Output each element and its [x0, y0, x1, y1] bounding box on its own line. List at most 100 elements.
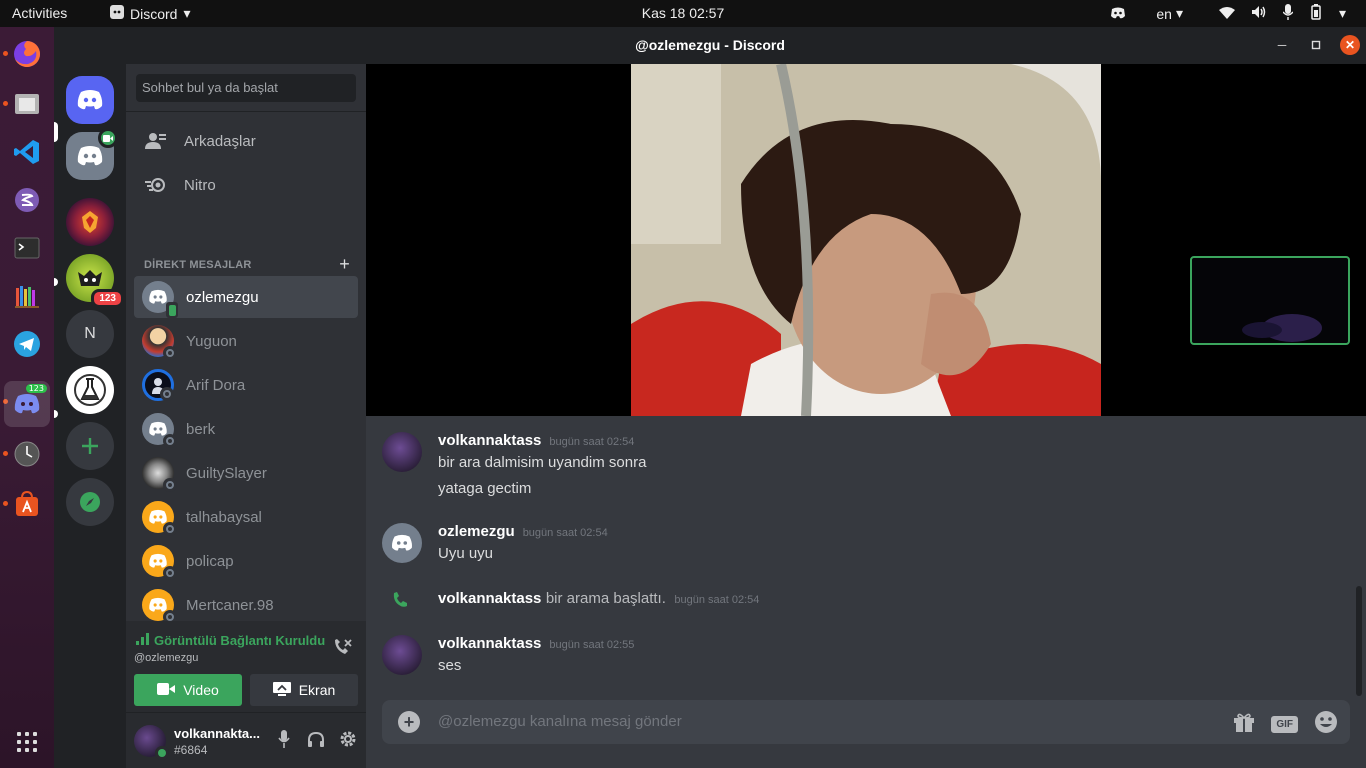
dm-name: GuiltySlayer: [186, 464, 267, 482]
server-icon-lab[interactable]: [66, 366, 114, 414]
connection-status[interactable]: Görüntülü Bağlantı Kuruldu: [136, 633, 325, 648]
add-attachment-icon[interactable]: +: [398, 711, 420, 733]
firefox-icon[interactable]: [8, 35, 46, 73]
nav-friends[interactable]: Arkadaşlar: [134, 120, 358, 162]
dm-item[interactable]: Mertcaner.98: [134, 584, 358, 626]
microphone-icon[interactable]: [272, 727, 296, 751]
show-apps-icon[interactable]: [17, 732, 37, 752]
message-author[interactable]: volkannaktass: [438, 590, 541, 607]
dm-item[interactable]: Arif Dora: [134, 364, 358, 406]
discord-dock-icon[interactable]: 123: [4, 381, 50, 427]
nav-nitro-label: Nitro: [184, 176, 216, 194]
dm-item[interactable]: GuiltySlayer: [134, 452, 358, 494]
chevron-down-icon: ▾: [183, 5, 191, 21]
settings-gear-icon[interactable]: [336, 727, 360, 751]
files-icon[interactable]: [8, 85, 46, 123]
server-icon-creature[interactable]: 123: [66, 254, 124, 308]
language-selector[interactable]: en ▾: [1156, 5, 1183, 22]
friends-icon: [140, 125, 172, 157]
microphone-icon[interactable]: [1282, 4, 1294, 23]
app-menu-label: Discord: [130, 5, 178, 22]
search-container: Sohbet bul ya da başlat: [126, 64, 366, 112]
avatar[interactable]: [382, 432, 422, 472]
clock[interactable]: Kas 18 02:57: [642, 5, 725, 21]
server-icon-gaming[interactable]: [66, 198, 114, 246]
clock-app-icon[interactable]: [8, 435, 46, 473]
minimize-icon[interactable]: ─: [1272, 35, 1292, 55]
system-top-bar: Activities Discord ▾ Kas 18 02:57 en ▾ ▾: [0, 0, 1366, 27]
headphones-icon[interactable]: [304, 727, 328, 751]
avatar: [142, 369, 174, 401]
user-panel: volkannakta... #6864: [126, 713, 366, 768]
message-text: Uyu uyu: [438, 545, 494, 562]
app-menu[interactable]: Discord ▾: [110, 5, 191, 22]
offline-status-icon: [163, 522, 177, 536]
dm-name: Mertcaner.98: [186, 596, 274, 614]
window-title: @ozlemezgu - Discord: [635, 37, 785, 53]
screen-share-button[interactable]: Ekran: [250, 674, 358, 706]
disconnect-call-icon[interactable]: [332, 637, 352, 662]
bookshelf-icon[interactable]: [8, 277, 46, 315]
message-author[interactable]: volkannaktass: [438, 635, 541, 652]
selection-pill: [54, 122, 58, 142]
message-timestamp: bugün saat 02:55: [549, 639, 635, 651]
dm-item[interactable]: talhabaysal: [134, 496, 358, 538]
telegram-icon[interactable]: [8, 325, 46, 363]
explore-servers-button[interactable]: [66, 478, 114, 526]
avatar: [142, 325, 177, 360]
emoji-icon[interactable]: [1314, 710, 1338, 739]
wifi-icon[interactable]: [1218, 6, 1235, 22]
offline-status-icon: [163, 346, 177, 360]
add-server-button[interactable]: [66, 422, 114, 470]
nitro-icon: [140, 169, 172, 201]
server-initial: N: [84, 325, 96, 342]
language-label: en: [1156, 5, 1172, 22]
terminal-icon[interactable]: [8, 229, 46, 267]
emacs-icon[interactable]: [8, 181, 46, 219]
dm-item[interactable]: policap: [134, 540, 358, 582]
software-center-icon[interactable]: [8, 485, 46, 523]
close-icon[interactable]: ✕: [1340, 35, 1360, 55]
avatar: [142, 589, 177, 624]
offline-status-icon: [163, 478, 177, 492]
server-icon-n[interactable]: N: [66, 310, 114, 358]
message-timestamp: bugün saat 02:54: [522, 527, 608, 539]
maximize-icon[interactable]: [1306, 35, 1326, 55]
self-video-preview[interactable]: [1190, 256, 1350, 345]
message-author[interactable]: volkannaktass: [438, 432, 541, 449]
video-button[interactable]: Video: [134, 674, 242, 706]
mobile-status-icon: [166, 302, 178, 318]
home-button[interactable]: [66, 76, 114, 124]
dm-item[interactable]: Yuguon: [134, 320, 358, 362]
nav-friends-label: Arkadaşlar: [184, 132, 256, 150]
create-dm-icon[interactable]: +: [339, 254, 350, 275]
message-scrollbar[interactable]: [1356, 586, 1362, 696]
message-input[interactable]: @ozlemezgu kanalına mesaj gönder: [438, 713, 682, 730]
discord-tray-icon[interactable]: [1110, 6, 1126, 22]
avatar[interactable]: [382, 523, 422, 563]
search-input[interactable]: Sohbet bul ya da başlat: [136, 74, 356, 102]
avatar[interactable]: [382, 635, 422, 675]
avatar[interactable]: [134, 725, 169, 760]
message-author[interactable]: ozlemezgu: [438, 523, 515, 540]
gif-button[interactable]: GIF: [1271, 716, 1298, 733]
power-menu-icon[interactable]: ▾: [1339, 5, 1346, 22]
battery-icon[interactable]: [1309, 4, 1323, 23]
activities-button[interactable]: Activities: [12, 5, 67, 21]
server-list: 123 N: [54, 64, 126, 768]
user-tag: #6864: [174, 743, 208, 757]
message-text: bir ara dalmisim uyandim sonra: [438, 454, 647, 471]
remote-video-feed[interactable]: [631, 64, 1101, 416]
chevron-down-icon: ▾: [1175, 5, 1183, 21]
nav-nitro[interactable]: Nitro: [134, 164, 358, 206]
window-titlebar[interactable]: @ozlemezgu - Discord ─ ✕: [54, 27, 1366, 64]
video-call-icon: [98, 128, 118, 148]
gift-icon[interactable]: [1233, 712, 1255, 737]
active-call-dm[interactable]: [66, 128, 118, 180]
vscode-icon[interactable]: [8, 133, 46, 171]
message-timestamp: bugün saat 02:54: [674, 594, 760, 606]
dm-item[interactable]: berk: [134, 408, 358, 450]
avatar: [142, 545, 177, 580]
dm-item[interactable]: ozlemezgu: [134, 276, 358, 318]
volume-icon[interactable]: [1251, 5, 1267, 22]
